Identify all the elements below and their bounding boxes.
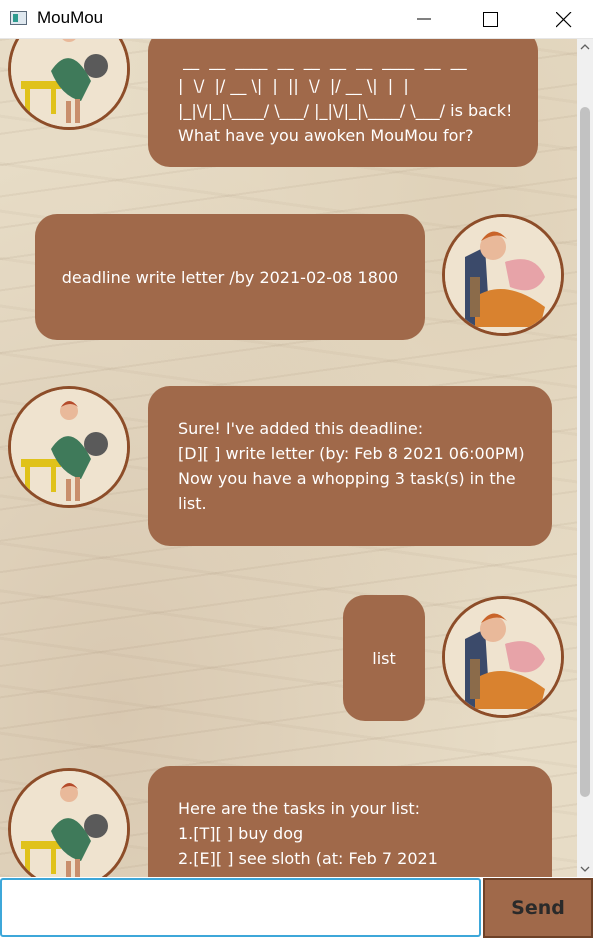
pinup-girl-avatar-icon (11, 39, 127, 127)
user-avatar (442, 214, 564, 336)
message-input[interactable] (0, 878, 481, 937)
bot-message-line: Here are the tasks in your list: (178, 799, 421, 818)
input-bar: Send (0, 877, 593, 939)
maximize-button[interactable] (467, 0, 513, 38)
bot-avatar (8, 386, 130, 508)
bot-message: Here are the tasks in your list: 1.[T][ … (148, 766, 552, 877)
app-window-icon (10, 11, 27, 25)
minimize-button[interactable] (401, 0, 447, 38)
user-message: deadline write letter /by 2021-02-08 180… (35, 214, 425, 340)
sleeping-woman-avatar-icon (445, 599, 561, 715)
scroll-thumb[interactable] (580, 107, 590, 797)
bot-message-line: 1.[T][ ] buy dog (178, 824, 304, 843)
bot-message-text: What have you awoken MouMou for? (178, 126, 474, 145)
user-message: list (343, 595, 425, 721)
chevron-up-icon (580, 44, 590, 50)
window-title: MouMou (37, 8, 104, 27)
bot-avatar (8, 39, 130, 130)
vertical-scrollbar[interactable] (577, 39, 593, 877)
bot-message: Sure! I've added this deadline: [D][ ] w… (148, 386, 552, 546)
bot-message-line: Now you have a whopping 3 task(s) in the (178, 469, 516, 488)
bot-message-line: [D][ ] write letter (by: Feb 8 2021 06:0… (178, 444, 525, 463)
chevron-down-icon (580, 866, 590, 872)
bot-message-line: Sure! I've added this deadline: (178, 419, 424, 438)
title-bar: MouMou (0, 0, 593, 39)
user-avatar (442, 596, 564, 718)
user-message-text: deadline write letter /by 2021-02-08 180… (61, 267, 399, 287)
ascii-art-line: __ __ ____ __ __ __ __ ____ __ __ (178, 51, 467, 70)
pinup-girl-avatar-icon (11, 771, 127, 877)
ascii-art-line: | \/ |/ __ \| | || \/ |/ __ \| | | (178, 76, 409, 95)
close-button[interactable] (540, 0, 586, 38)
chat-scroll-pane[interactable]: __ __ ____ __ __ __ __ ____ __ __ | \/ |… (0, 39, 577, 877)
user-message-text: list (372, 648, 396, 668)
sleeping-woman-avatar-icon (445, 217, 561, 333)
pinup-girl-avatar-icon (11, 389, 127, 505)
scroll-up-button[interactable] (577, 39, 593, 55)
close-icon (556, 12, 572, 28)
scroll-down-button[interactable] (577, 861, 593, 877)
bot-message-line: 2.[E][ ] see sloth (at: Feb 7 2021 (178, 849, 438, 868)
maximize-icon (483, 12, 498, 27)
minimize-icon (417, 18, 431, 20)
bot-avatar (8, 768, 130, 877)
ascii-art-line: |_|\/|_|\____/ \___/ |_|\/|_|\____/ \___… (178, 101, 513, 120)
bot-message-line: list. (178, 494, 207, 513)
send-button[interactable]: Send (483, 878, 593, 938)
bot-message-greeting: __ __ ____ __ __ __ __ ____ __ __ | \/ |… (148, 39, 538, 167)
